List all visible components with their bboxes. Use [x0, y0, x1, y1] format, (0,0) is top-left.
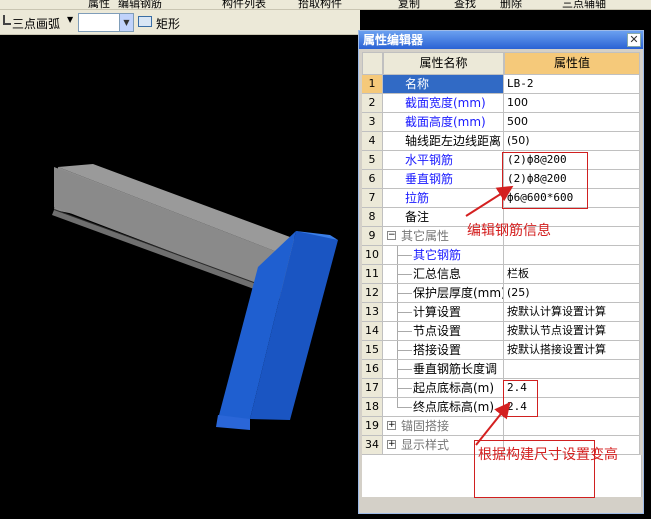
annotation-rebar-note: 编辑钢筋信息 — [467, 223, 551, 239]
annotation-box-elevation — [503, 380, 538, 417]
annotation-elevation-note: 根据构建尺寸设置变高 — [478, 447, 618, 463]
annotation-box-rebar — [502, 152, 588, 209]
